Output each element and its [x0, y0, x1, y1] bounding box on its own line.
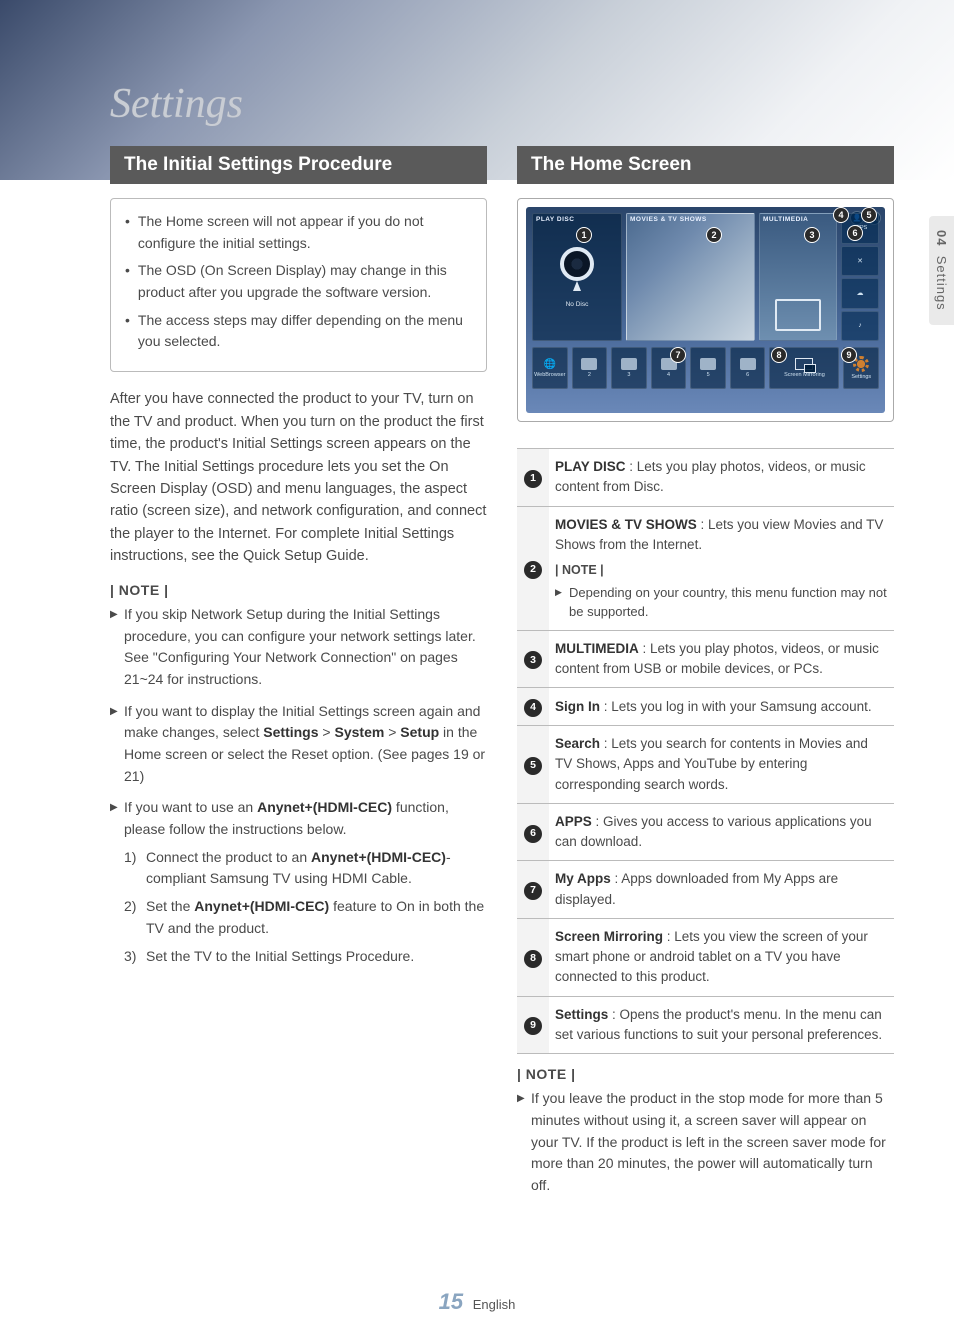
left-heading: The Initial Settings Procedure: [110, 146, 487, 184]
legend-table: 1 PLAY DISC : Lets you play photos, vide…: [517, 448, 894, 1054]
note-label: | NOTE |: [517, 1066, 894, 1082]
app-icon: ♪: [841, 311, 879, 342]
left-column: The Initial Settings Procedure The Home …: [110, 146, 487, 1207]
note-label: | NOTE |: [110, 582, 487, 598]
arrow-icon: ▶: [110, 607, 124, 691]
globe-icon: 🌐: [544, 359, 556, 370]
thumb-app-slot: 5: [690, 347, 726, 389]
callout-badge: 8: [771, 347, 787, 363]
right-column: The Home Screen 1 2 3 4 5 6 7 8 9 👤 🔍: [517, 146, 894, 1207]
info-box: The Home screen will not appear if you d…: [110, 198, 487, 372]
page-footer: 15 English: [0, 1289, 954, 1315]
app-icon: ☁: [841, 278, 879, 309]
app-icon: ✕: [841, 246, 879, 277]
thumb-app-slot: 6: [730, 347, 766, 389]
intro-paragraph: After you have connected the product to …: [110, 388, 487, 568]
legend-badge: 5: [524, 757, 542, 775]
callout-badge: 5: [861, 207, 877, 223]
thumb-app-slot: 2: [572, 347, 608, 389]
callout-badge: 9: [841, 347, 857, 363]
legend-badge: 7: [524, 882, 542, 900]
arrow-icon: ▶: [517, 1091, 531, 1196]
home-screen-thumbnail: 1 2 3 4 5 6 7 8 9 👤 🔍 PLAY DISC: [517, 198, 894, 422]
right-heading: The Home Screen: [517, 146, 894, 184]
callout-badge: 2: [706, 227, 722, 243]
disc-icon: [560, 247, 594, 281]
page-lang: English: [473, 1297, 516, 1312]
legend-badge: 2: [524, 561, 542, 579]
legend-badge: 9: [524, 1017, 542, 1035]
note-item: If you want to use an Anynet+(HDMI-CEC) …: [124, 797, 487, 973]
thumb-movies-tile: MOVIES & TV SHOWS: [626, 213, 755, 341]
box-bullet: The Home screen will not appear if you d…: [138, 211, 472, 254]
note-list: ▶ If you skip Network Setup during the I…: [110, 604, 487, 973]
page-number: 15: [439, 1289, 463, 1314]
mirroring-icon: [795, 358, 813, 370]
thumb-app-slot: 3: [611, 347, 647, 389]
thumb-multimedia-tile: MULTIMEDIA: [759, 213, 837, 341]
arrow-icon: ▶: [110, 800, 124, 973]
note-item: If you skip Network Setup during the Ini…: [124, 604, 487, 691]
legend-badge: 1: [524, 470, 542, 488]
legend-badge: 8: [524, 950, 542, 968]
callout-badge: 7: [670, 347, 686, 363]
note-item: If you want to display the Initial Setti…: [124, 701, 487, 788]
box-bullet: The access steps may differ depending on…: [138, 310, 472, 353]
screen-icon: [775, 299, 821, 331]
callout-badge: 4: [833, 207, 849, 223]
arrow-icon: ▶: [110, 704, 124, 788]
thumb-webbrowser-tile: 🌐 WebBrowser: [532, 347, 568, 389]
callout-badge: 3: [804, 227, 820, 243]
legend-badge: 4: [524, 699, 542, 717]
callout-badge: 1: [576, 227, 592, 243]
box-bullet: The OSD (On Screen Display) may change i…: [138, 260, 472, 303]
bottom-note: If you leave the product in the stop mod…: [531, 1088, 894, 1196]
callout-badge: 6: [847, 225, 863, 241]
legend-badge: 3: [524, 651, 542, 669]
arrow-icon: ▶: [555, 586, 569, 622]
legend-badge: 6: [524, 825, 542, 843]
section-title: Settings: [110, 80, 894, 128]
